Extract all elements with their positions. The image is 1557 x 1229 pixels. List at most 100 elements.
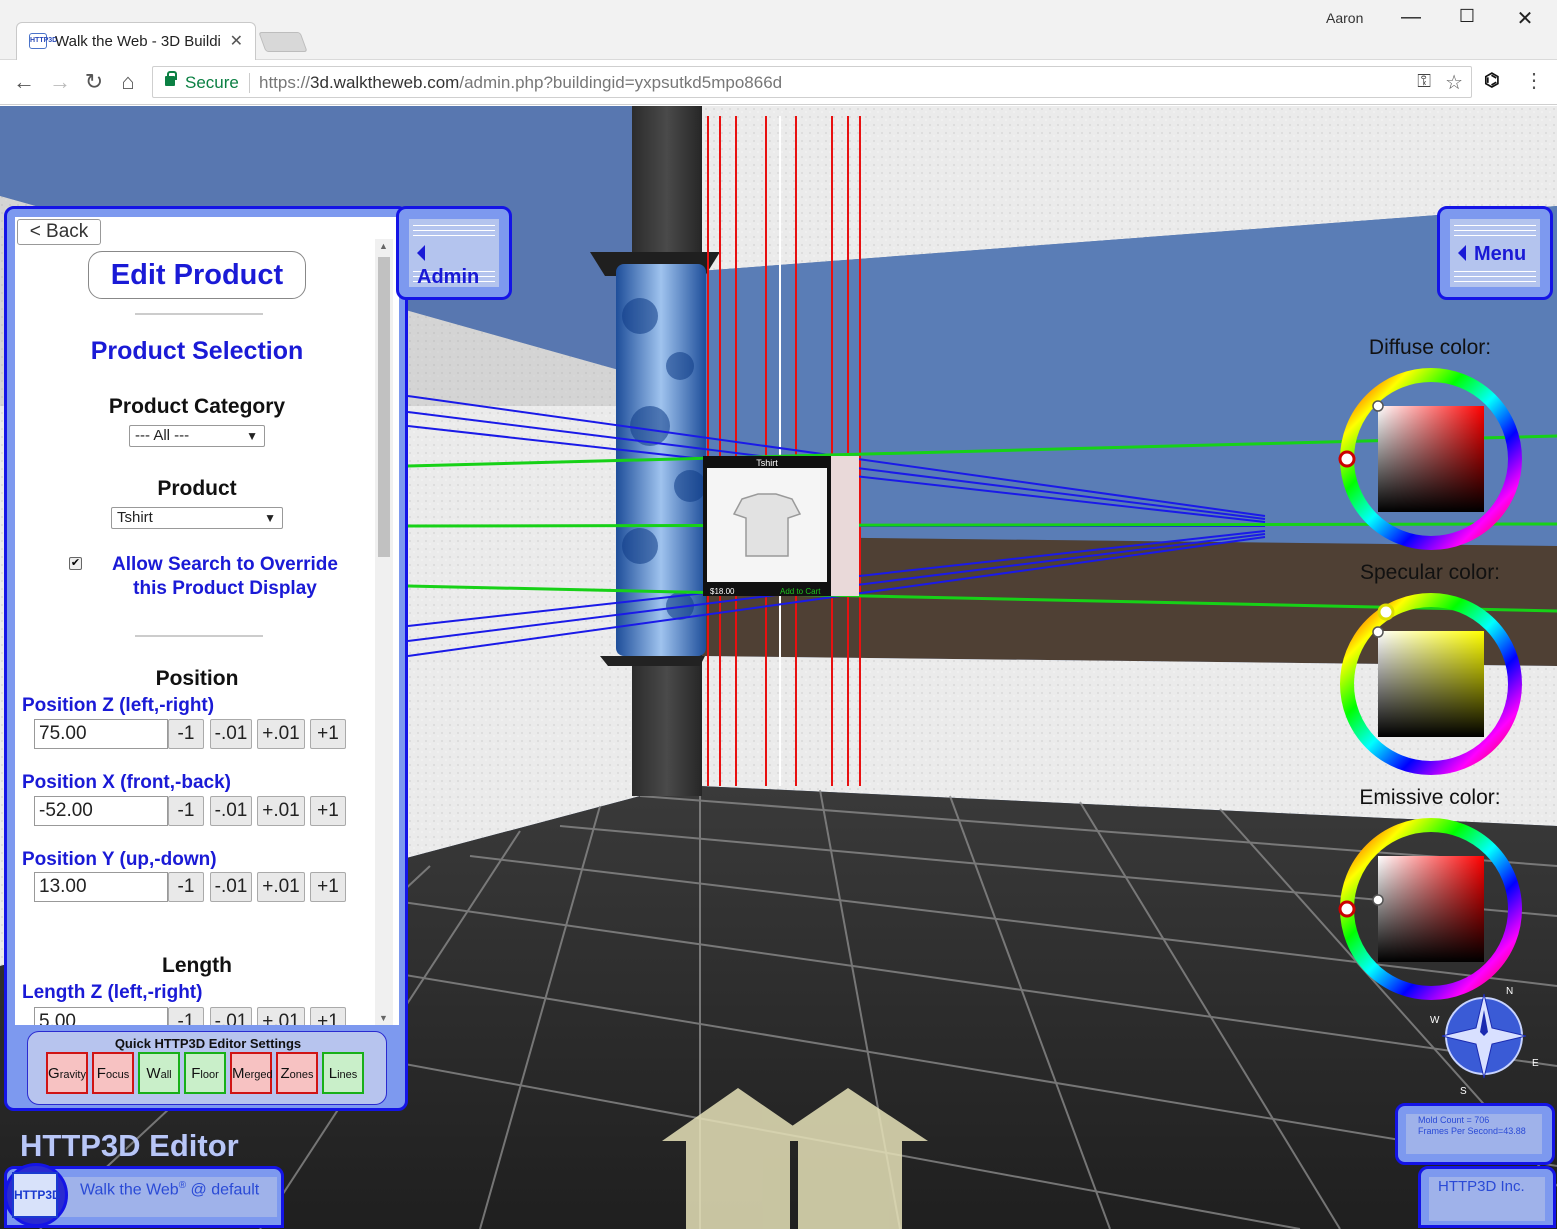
quick-toggle-label: loor bbox=[200, 1069, 219, 1081]
position-y-plus1-button[interactable]: +1 bbox=[310, 872, 346, 902]
product-display-cart[interactable]: Add to Cart bbox=[780, 587, 821, 596]
length-z-plus1-button[interactable]: +1 bbox=[310, 1007, 346, 1025]
profile-name[interactable]: Aaron bbox=[1326, 10, 1363, 26]
product-value: Tshirt bbox=[117, 509, 153, 526]
secure-label: Secure bbox=[185, 73, 239, 92]
product-category-value: --- All --- bbox=[135, 427, 190, 444]
quick-toggle-label: ocus bbox=[105, 1069, 130, 1081]
admin-button-face: Admin bbox=[409, 219, 499, 288]
quick-toggle-button[interactable]: Floor bbox=[184, 1052, 226, 1094]
position-heading: Position bbox=[155, 667, 239, 690]
position-z-plus001-button[interactable]: +.01 bbox=[257, 719, 305, 749]
position-x-label: Position X (front,-back) bbox=[22, 772, 231, 793]
maximize-icon[interactable]: ☐ bbox=[1452, 6, 1482, 27]
brand-title: HTTP3D Editor bbox=[20, 1128, 239, 1163]
fps-readout: Frames Per Second=43.88 bbox=[1418, 1126, 1526, 1136]
quick-toggle-initial: L bbox=[328, 1065, 338, 1082]
quick-settings-title: Quick HTTP3D Editor Settings bbox=[114, 1036, 302, 1051]
scroll-up-icon[interactable]: ▲ bbox=[379, 241, 388, 251]
close-window-icon[interactable]: ✕ bbox=[1510, 6, 1540, 31]
caret-left-icon bbox=[1458, 245, 1466, 261]
tab-title: Walk the Web - 3D Buildi bbox=[55, 33, 221, 50]
length-z-minus1-button[interactable]: -1 bbox=[168, 1007, 204, 1025]
position-z-minus1-button[interactable]: -1 bbox=[168, 719, 204, 749]
product-category-label: Product Category bbox=[108, 395, 286, 418]
menu-dots-icon[interactable]: ⋮ bbox=[1524, 68, 1544, 93]
close-tab-icon[interactable]: ✕ bbox=[230, 31, 243, 51]
quick-toggle-button[interactable]: Focus bbox=[92, 1052, 134, 1094]
scroll-down-icon[interactable]: ▼ bbox=[379, 1013, 388, 1023]
back-arrow-icon[interactable]: ← bbox=[10, 69, 38, 95]
position-x-minus1-button[interactable]: -1 bbox=[168, 796, 204, 826]
product-display-price: $18.00 bbox=[710, 587, 735, 596]
lock-icon bbox=[165, 71, 177, 86]
compass-w: W bbox=[1430, 1015, 1440, 1026]
override-label-line1: Allow Search to Override bbox=[112, 554, 338, 575]
position-y-input[interactable]: 13.00 bbox=[34, 872, 168, 902]
position-z-plus1-button[interactable]: +1 bbox=[310, 719, 346, 749]
panel-content: < Back Edit Product Product Selection Pr… bbox=[15, 217, 399, 1025]
menu-label: Menu bbox=[1474, 243, 1527, 265]
menu-button-face: Menu bbox=[1450, 219, 1540, 287]
address-bar[interactable]: Secure https://3d.walktheweb.com/admin.p… bbox=[152, 66, 1472, 98]
position-y-plus001-button[interactable]: +.01 bbox=[257, 872, 305, 902]
position-z-input[interactable]: 75.00 bbox=[34, 719, 168, 749]
position-x-plus001-button[interactable]: +.01 bbox=[257, 796, 305, 826]
quick-toggle-button[interactable]: Merged bbox=[230, 1052, 273, 1094]
panel-scrollbar[interactable]: ▲ ▼ bbox=[375, 239, 393, 1025]
quick-settings-box: Quick HTTP3D Editor Settings Gravity Focu… bbox=[27, 1031, 387, 1105]
position-x-minus001-button[interactable]: -.01 bbox=[210, 796, 252, 826]
position-x-plus1-button[interactable]: +1 bbox=[310, 796, 346, 826]
community-reg: ® bbox=[178, 1180, 187, 1191]
menu-button[interactable]: Menu bbox=[1437, 206, 1553, 300]
key-icon[interactable]: ⚿ bbox=[1417, 71, 1431, 92]
forward-arrow-icon[interactable]: → bbox=[46, 69, 74, 95]
position-y-label: Position Y (up,-down) bbox=[22, 849, 217, 870]
quick-toggle-initial: Z bbox=[280, 1065, 290, 1082]
quick-toggle-button[interactable]: Gravity bbox=[46, 1052, 88, 1094]
company-label[interactable]: HTTP3D Inc. bbox=[1438, 1178, 1525, 1195]
scroll-thumb[interactable] bbox=[378, 257, 390, 557]
product-selection-heading: Product Selection bbox=[90, 337, 304, 365]
position-y-minus1-button[interactable]: -1 bbox=[168, 872, 204, 902]
home-icon[interactable]: ⌂ bbox=[114, 69, 142, 95]
position-x-input[interactable]: -52.00 bbox=[34, 796, 168, 826]
browser-toolbar: ← → ↻ ⌂ Secure https://3d.walktheweb.com… bbox=[0, 60, 1557, 105]
length-z-input[interactable]: 5.00 bbox=[34, 1007, 168, 1025]
product-select[interactable]: Tshirt ▼ bbox=[111, 507, 283, 529]
override-label[interactable]: Allow Search to Override this Product Di… bbox=[85, 553, 365, 601]
community-suffix: @ default bbox=[186, 1181, 260, 1199]
reload-icon[interactable]: ↻ bbox=[80, 69, 108, 95]
override-label-line2: this Product Display bbox=[133, 578, 317, 599]
minimize-icon[interactable]: — bbox=[1396, 6, 1426, 29]
compass-s: S bbox=[1460, 1086, 1467, 1097]
url-text[interactable]: https://3d.walktheweb.com/admin.php?buil… bbox=[259, 73, 782, 93]
override-checkbox[interactable]: ✔ bbox=[69, 557, 82, 570]
extension-icon[interactable]: ⌬ bbox=[1484, 70, 1500, 91]
product-category-select[interactable]: --- All --- ▼ bbox=[129, 425, 265, 447]
quick-toggle-button[interactable]: Wall bbox=[138, 1052, 180, 1094]
length-z-minus001-button[interactable]: -.01 bbox=[210, 1007, 252, 1025]
new-tab-button[interactable] bbox=[258, 32, 308, 52]
company-box[interactable] bbox=[1418, 1166, 1556, 1228]
edit-product-title: Edit Product bbox=[88, 251, 306, 299]
back-button[interactable]: < Back bbox=[17, 219, 101, 245]
url-path: /admin.php?buildingid=yxpsutkd5mpo866d bbox=[459, 73, 783, 92]
bookmark-star-icon[interactable]: ☆ bbox=[1445, 70, 1463, 95]
divider bbox=[135, 635, 263, 637]
position-z-minus001-button[interactable]: -.01 bbox=[210, 719, 252, 749]
quick-toggle-label: erged bbox=[244, 1069, 273, 1081]
quick-toggle-button[interactable]: Zones bbox=[276, 1052, 318, 1094]
position-y-minus001-button[interactable]: -.01 bbox=[210, 872, 252, 902]
community-label[interactable]: Walk the Web® @ default bbox=[80, 1180, 259, 1199]
browser-tab[interactable]: HTTP3D Walk the Web - 3D Buildi ✕ bbox=[16, 22, 256, 60]
mold-count: Mold Count = 706 bbox=[1418, 1115, 1490, 1125]
length-z-plus001-button[interactable]: +.01 bbox=[257, 1007, 305, 1025]
product-label: Product bbox=[157, 477, 237, 500]
diffuse-color-label: Diffuse color: bbox=[1368, 336, 1492, 359]
chevron-down-icon: ▼ bbox=[246, 429, 258, 443]
admin-button[interactable]: Admin bbox=[396, 206, 512, 300]
quick-toggle-button[interactable]: Lines bbox=[322, 1052, 364, 1094]
http3d-logo-icon[interactable]: HTTP3D bbox=[12, 1172, 61, 1218]
favicon-icon: HTTP3D bbox=[29, 33, 57, 49]
